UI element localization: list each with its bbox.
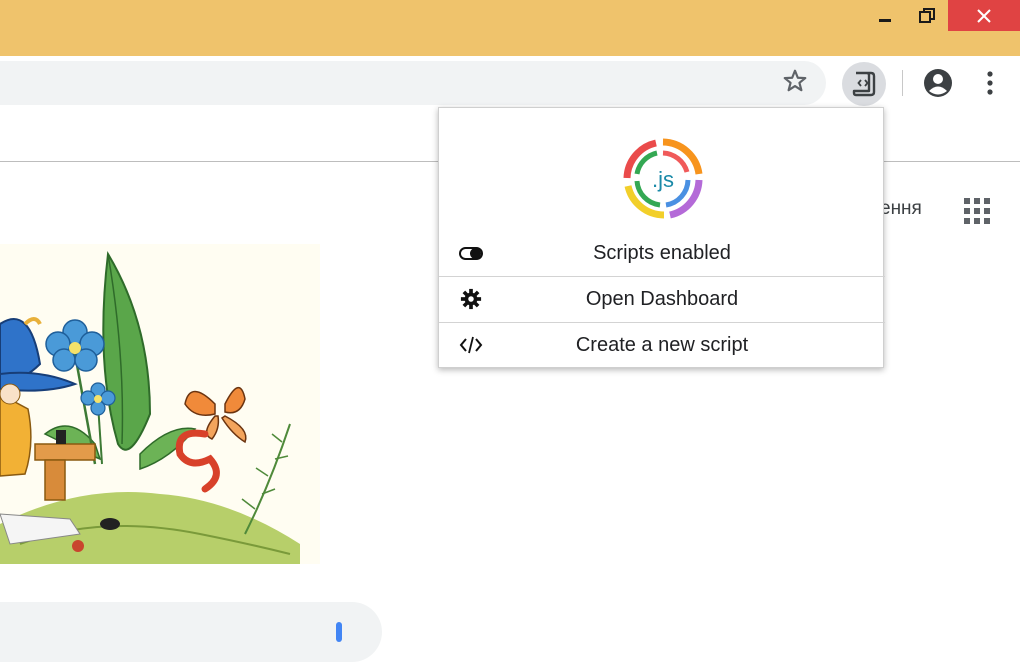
doodle-drawing [0, 250, 300, 564]
star-icon[interactable] [782, 68, 808, 94]
window-titlebar [0, 0, 1020, 56]
restore-icon [919, 7, 935, 23]
doodle-illustration[interactable] [0, 244, 320, 564]
create-script-item[interactable]: Create a new script [439, 322, 885, 368]
scripts-enabled-label: Scripts enabled [593, 241, 731, 264]
close-icon [977, 8, 991, 23]
minimize-button[interactable] [862, 0, 908, 31]
search-box[interactable] [0, 602, 382, 662]
script-extension-button[interactable] [842, 62, 886, 106]
code-icon [459, 336, 483, 354]
scripts-enabled-toggle[interactable]: Scripts enabled [439, 230, 885, 277]
address-bar[interactable] [0, 61, 826, 105]
js-logo: .js [623, 138, 703, 219]
open-dashboard-label: Open Dashboard [585, 287, 739, 310]
minimize-icon [879, 19, 891, 22]
account-circle-icon[interactable] [922, 67, 954, 99]
apps-link-text[interactable]: ення [880, 198, 922, 220]
extension-popup: .js Scripts enabled Open Dashboard Creat… [438, 107, 885, 368]
toggle-icon [459, 247, 483, 260]
close-button[interactable] [948, 0, 1020, 31]
more-vert-icon[interactable] [980, 68, 1000, 98]
voice-search-icon[interactable] [336, 622, 342, 642]
toolbar-separator [902, 70, 903, 96]
open-dashboard-item[interactable]: Open Dashboard [439, 276, 885, 323]
browser-toolbar [0, 56, 1020, 110]
create-script-label: Create a new script [575, 333, 749, 356]
apps-grid-icon[interactable] [962, 196, 992, 226]
maximize-button[interactable] [904, 0, 950, 31]
logo-text: .js [652, 167, 674, 192]
gear-icon [460, 288, 482, 310]
script-extension-icon [852, 71, 876, 97]
